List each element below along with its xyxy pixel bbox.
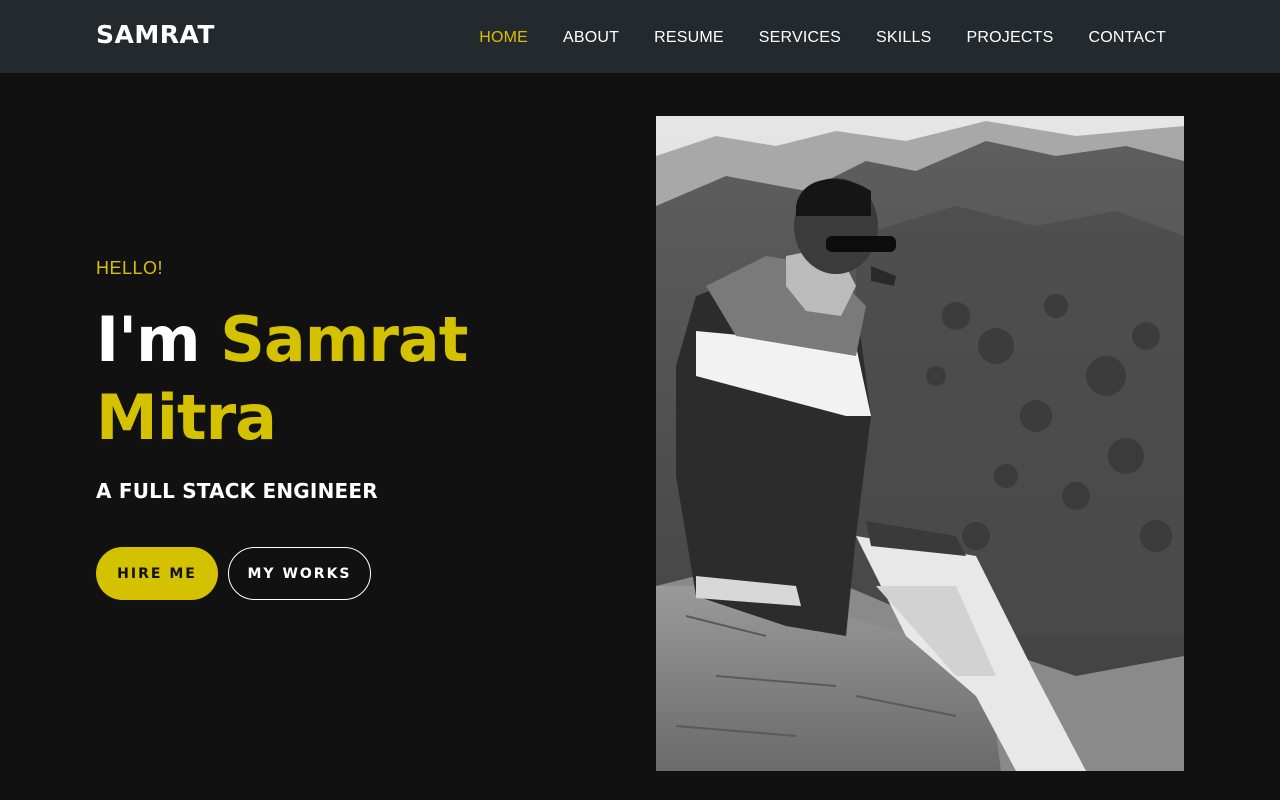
nav-menu: HOME ABOUT RESUME SERVICES SKILLS PROJEC… — [444, 0, 1166, 73]
hero-subtitle: A FULL STACK ENGINEER — [96, 479, 378, 503]
hero-greeting: HELLO! — [96, 258, 164, 278]
nav-link-skills[interactable]: SKILLS — [876, 29, 931, 46]
hire-me-button[interactable]: HIRE ME — [96, 547, 218, 600]
nav-link-home[interactable]: HOME — [479, 29, 528, 46]
hero-intro: HELLO! I'm Samrat Mitra A FULL STACK ENG… — [96, 258, 616, 600]
navbar: SAMRAT HOME ABOUT RESUME SERVICES SKILLS… — [0, 0, 1280, 73]
my-works-button[interactable]: MY WORKS — [228, 547, 371, 600]
nav-item-resume: RESUME — [654, 27, 724, 47]
nav-link-services[interactable]: SERVICES — [759, 29, 841, 46]
nav-link-resume[interactable]: RESUME — [654, 29, 724, 46]
profile-photo-illustration — [656, 116, 1184, 771]
hero-buttons: HIRE ME MY WORKS — [96, 547, 616, 600]
hero-headline: I'm Samrat Mitra — [96, 301, 616, 457]
nav-item-projects: PROJECTS — [967, 27, 1054, 47]
nav-link-projects[interactable]: PROJECTS — [967, 29, 1054, 46]
nav-link-contact[interactable]: CONTACT — [1088, 29, 1166, 46]
nav-link-about[interactable]: ABOUT — [563, 29, 619, 46]
nav-item-skills: SKILLS — [876, 27, 931, 47]
headline-lead: I'm — [96, 303, 201, 376]
brand-logo[interactable]: SAMRAT — [96, 20, 215, 49]
nav-item-services: SERVICES — [759, 27, 841, 47]
nav-item-about: ABOUT — [563, 27, 619, 47]
nav-item-home: HOME — [479, 27, 528, 47]
nav-item-contact: CONTACT — [1088, 27, 1166, 47]
profile-photo — [656, 116, 1184, 771]
